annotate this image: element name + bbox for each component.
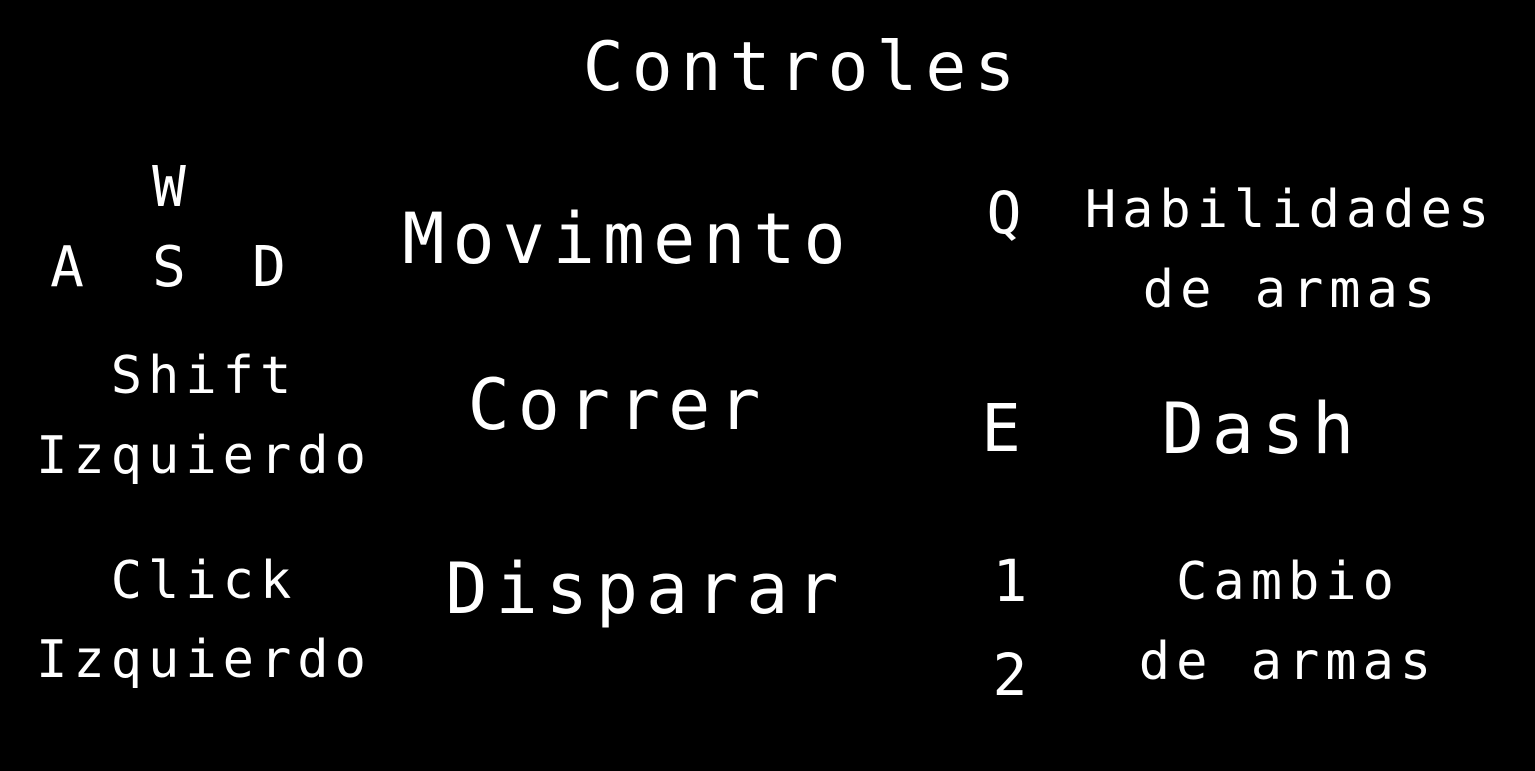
key-q-label: Q <box>986 179 1028 247</box>
run-key-label-line-1: Shift <box>110 346 298 406</box>
run-key-label-line-2: Izquierdo <box>36 426 372 486</box>
key-e-label: E <box>981 390 1027 467</box>
shoot-action-label: Disparar <box>445 548 847 630</box>
dash-action-label: Dash <box>1161 388 1363 470</box>
shoot-key-label-line-1: Click <box>110 551 298 611</box>
screen-title: Controles <box>582 28 1024 107</box>
weapon-skills-action-line-2: de armas <box>1142 260 1442 320</box>
weapon-switch-action-line-2: de armas <box>1138 632 1438 692</box>
key-2-label: 2 <box>992 641 1034 709</box>
key-a-label: A <box>50 235 90 300</box>
key-d-label: D <box>252 235 292 300</box>
movement-action-label: Movimento <box>402 198 854 280</box>
shoot-key-label-line-2: Izquierdo <box>36 630 372 690</box>
key-w-label: W <box>152 155 192 220</box>
key-1-label: 1 <box>992 547 1034 615</box>
key-s-label: S <box>152 235 192 300</box>
run-action-label: Correr <box>467 364 769 446</box>
weapon-skills-action-line-1: Habilidades <box>1084 180 1496 240</box>
weapon-switch-action-line-1: Cambio <box>1176 552 1400 612</box>
